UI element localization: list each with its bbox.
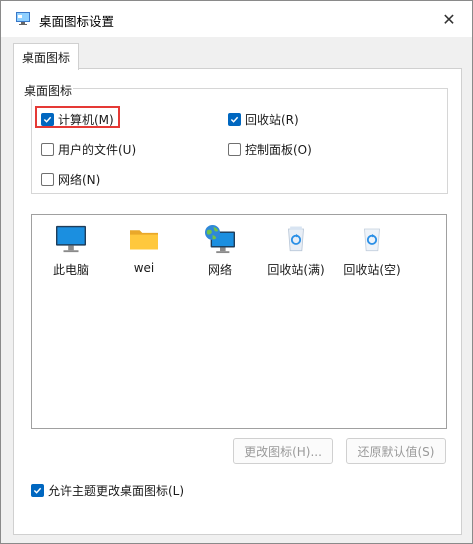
checkbox-unchecked-icon — [228, 143, 241, 156]
icon-item-network[interactable]: 网络 — [183, 223, 257, 278]
icon-label: 此电脑 — [52, 263, 89, 277]
icon-label: 回收站(空) — [343, 263, 401, 277]
checkbox-label: 用户的文件(U) — [58, 143, 137, 157]
checkbox-unchecked-icon — [41, 173, 54, 186]
checkbox-computer[interactable]: 计算机(M) — [41, 111, 114, 128]
checkbox-network[interactable]: 网络(N) — [41, 171, 100, 188]
tab-label: 桌面图标 — [21, 50, 70, 65]
checkbox-unchecked-icon — [41, 143, 54, 156]
checkbox-label: 控制面板(O) — [245, 143, 312, 157]
icon-label: wei — [133, 261, 155, 275]
recycle-bin-full-icon — [278, 223, 314, 255]
icon-list-view[interactable]: 此电脑 wei 网络 回收站(满) 回收站(空) — [31, 214, 447, 429]
checkbox-checked-icon — [228, 113, 241, 126]
tab-desktop-icons[interactable]: 桌面图标 — [13, 43, 79, 70]
checkbox-label: 网络(N) — [58, 173, 101, 187]
tab-panel: 桌面图标 计算机(M) 回收站(R) 用户的文件(U) 控制面板(O) 网络(N… — [13, 68, 462, 535]
change-icon-button[interactable]: 更改图标(H)... — [233, 438, 333, 464]
desktop-icon-settings-window: 桌面图标设置 ✕ 桌面图标 桌面图标 计算机(M) 回收站(R) 用户的文件(U… — [0, 0, 473, 544]
icon-item-this-pc[interactable]: 此电脑 — [34, 223, 108, 278]
checkbox-label: 回收站(R) — [245, 113, 299, 127]
close-icon: ✕ — [442, 9, 456, 29]
checkbox-recycle-bin[interactable]: 回收站(R) — [228, 111, 299, 128]
checkbox-checked-icon — [41, 113, 54, 126]
restore-default-button[interactable]: 还原默认值(S) — [346, 438, 446, 464]
network-globe-icon — [202, 223, 238, 255]
monitor-icon — [53, 223, 89, 255]
recycle-bin-empty-icon — [354, 223, 390, 255]
icon-item-recycle-bin-full[interactable]: 回收站(满) — [259, 223, 333, 278]
close-button[interactable]: ✕ — [426, 1, 472, 37]
desktop-settings-app-icon — [15, 10, 31, 26]
icon-label: 网络 — [207, 263, 232, 277]
icon-item-user-folder[interactable]: wei — [107, 223, 181, 275]
icon-item-recycle-bin-empty[interactable]: 回收站(空) — [335, 223, 409, 278]
checkbox-label: 计算机(M) — [58, 113, 114, 127]
icon-label: 回收站(满) — [267, 263, 325, 277]
groupbox-legend: 桌面图标 — [23, 82, 74, 99]
window-title: 桌面图标设置 — [39, 14, 115, 29]
checkbox-checked-icon — [31, 484, 44, 497]
title-bar: 桌面图标设置 ✕ — [1, 1, 472, 37]
checkbox-control-panel[interactable]: 控制面板(O) — [228, 141, 312, 158]
checkbox-label: 允许主题更改桌面图标(L) — [48, 484, 185, 498]
folder-icon — [126, 223, 162, 255]
checkbox-allow-theme-change[interactable]: 允许主题更改桌面图标(L) — [31, 482, 184, 499]
checkbox-user-files[interactable]: 用户的文件(U) — [41, 141, 136, 158]
